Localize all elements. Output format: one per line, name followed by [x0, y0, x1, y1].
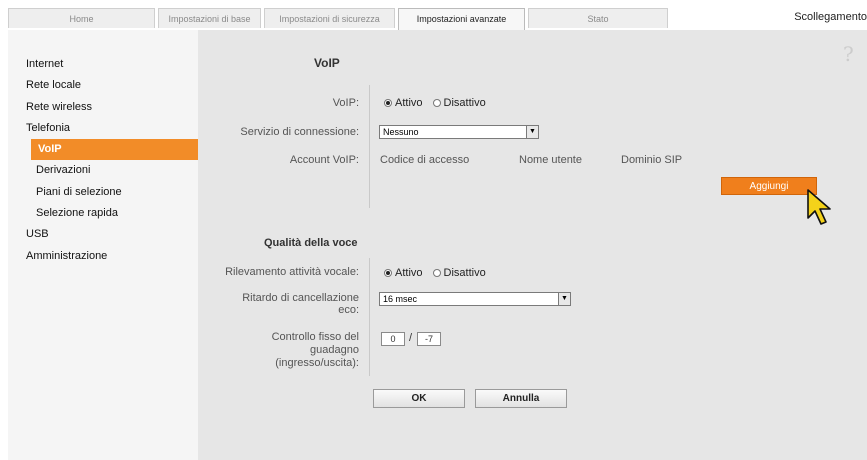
echo-delay-select[interactable]: 16 msec ▼: [379, 292, 571, 306]
section-divider: [369, 85, 370, 208]
voip-on-label: Attivo: [395, 97, 423, 109]
voip-off-radio[interactable]: [432, 99, 441, 107]
tab-advanced-settings[interactable]: Impostazioni avanzate: [398, 8, 525, 30]
gain-separator: /: [409, 332, 413, 344]
mouse-pointer-icon: [807, 189, 831, 225]
voip-off-label: Disattivo: [443, 97, 486, 109]
column-sip-domain: Dominio SIP: [621, 154, 683, 166]
voip-label: VoIP:: [332, 97, 359, 109]
sidebar: Internet Rete locale Rete wireless Telef…: [8, 30, 198, 460]
gain-output-field[interactable]: -7: [417, 332, 441, 346]
sidebar-item-local-network[interactable]: Rete locale: [8, 75, 198, 96]
sidebar-item-wireless[interactable]: Rete wireless: [8, 97, 198, 118]
echo-delay-value: 16 msec: [383, 294, 418, 304]
tab-status[interactable]: Stato: [528, 8, 668, 28]
sidebar-item-dial-plans[interactable]: Piani di selezione: [8, 182, 198, 203]
voice-quality-title: Qualità della voce: [264, 237, 358, 249]
sidebar-item-administration[interactable]: Amministrazione: [8, 246, 198, 267]
vad-off-radio[interactable]: [432, 269, 441, 277]
chevron-down-icon: ▼: [526, 126, 538, 138]
tab-basic-settings[interactable]: Impostazioni di base: [158, 8, 261, 28]
tab-home[interactable]: Home: [8, 8, 155, 28]
echo-label-line-1: Ritardo di cancellazione: [242, 292, 359, 304]
voip-radio-group: Attivo Disattivo: [384, 97, 486, 109]
vad-on-label: Attivo: [395, 267, 423, 279]
gain-label-line-2: guadagno: [310, 344, 359, 356]
gain-label-line-3: (ingresso/uscita):: [275, 357, 359, 369]
connection-service-label: Servizio di connessione:: [240, 126, 359, 138]
sidebar-nav: Internet Rete locale Rete wireless Telef…: [8, 54, 198, 267]
echo-label-line-2: eco:: [338, 304, 359, 316]
column-username: Nome utente: [519, 154, 582, 166]
gain-input-field[interactable]: 0: [381, 332, 405, 346]
connection-service-select[interactable]: Nessuno ▼: [379, 125, 539, 139]
sidebar-item-internet[interactable]: Internet: [8, 54, 198, 75]
voip-section-title: VoIP: [314, 56, 340, 70]
gain-label-line-1: Controllo fisso del: [271, 331, 359, 343]
voip-on-radio[interactable]: [384, 99, 392, 107]
voip-account-label: Account VoIP:: [289, 154, 359, 166]
top-tabs: Home Impostazioni di base Impostazioni d…: [8, 8, 671, 30]
vad-radio-group: Attivo Disattivo: [384, 267, 486, 279]
chevron-down-icon: ▼: [558, 293, 570, 305]
connection-service-value: Nessuno: [383, 127, 419, 137]
ok-button[interactable]: OK: [373, 389, 465, 408]
vad-on-radio[interactable]: [384, 269, 392, 277]
tab-security-settings[interactable]: Impostazioni di sicurezza: [264, 8, 395, 28]
echo-cancellation-label: Ritardo di cancellazione eco:: [200, 292, 359, 316]
vad-off-label: Disattivo: [443, 267, 486, 279]
sidebar-item-usb[interactable]: USB: [8, 224, 198, 245]
vad-label: Rilevamento attività vocale:: [225, 266, 359, 278]
logout-link[interactable]: Scollegamento: [794, 11, 867, 23]
cancel-button[interactable]: Annulla: [475, 389, 567, 408]
add-account-button[interactable]: Aggiungi: [721, 177, 817, 195]
sidebar-item-speed-dial[interactable]: Selezione rapida: [8, 203, 198, 224]
question-mark-icon[interactable]: ?: [843, 42, 854, 66]
sidebar-item-extensions[interactable]: Derivazioni: [8, 160, 198, 181]
sidebar-item-voip[interactable]: VoIP: [31, 139, 198, 161]
sidebar-item-telephony[interactable]: Telefonia: [8, 118, 198, 139]
column-access-code: Codice di accesso: [380, 154, 470, 166]
gain-control-label: Controllo fisso del guadagno (ingresso/u…: [200, 331, 359, 370]
section-divider-2: [369, 258, 370, 376]
